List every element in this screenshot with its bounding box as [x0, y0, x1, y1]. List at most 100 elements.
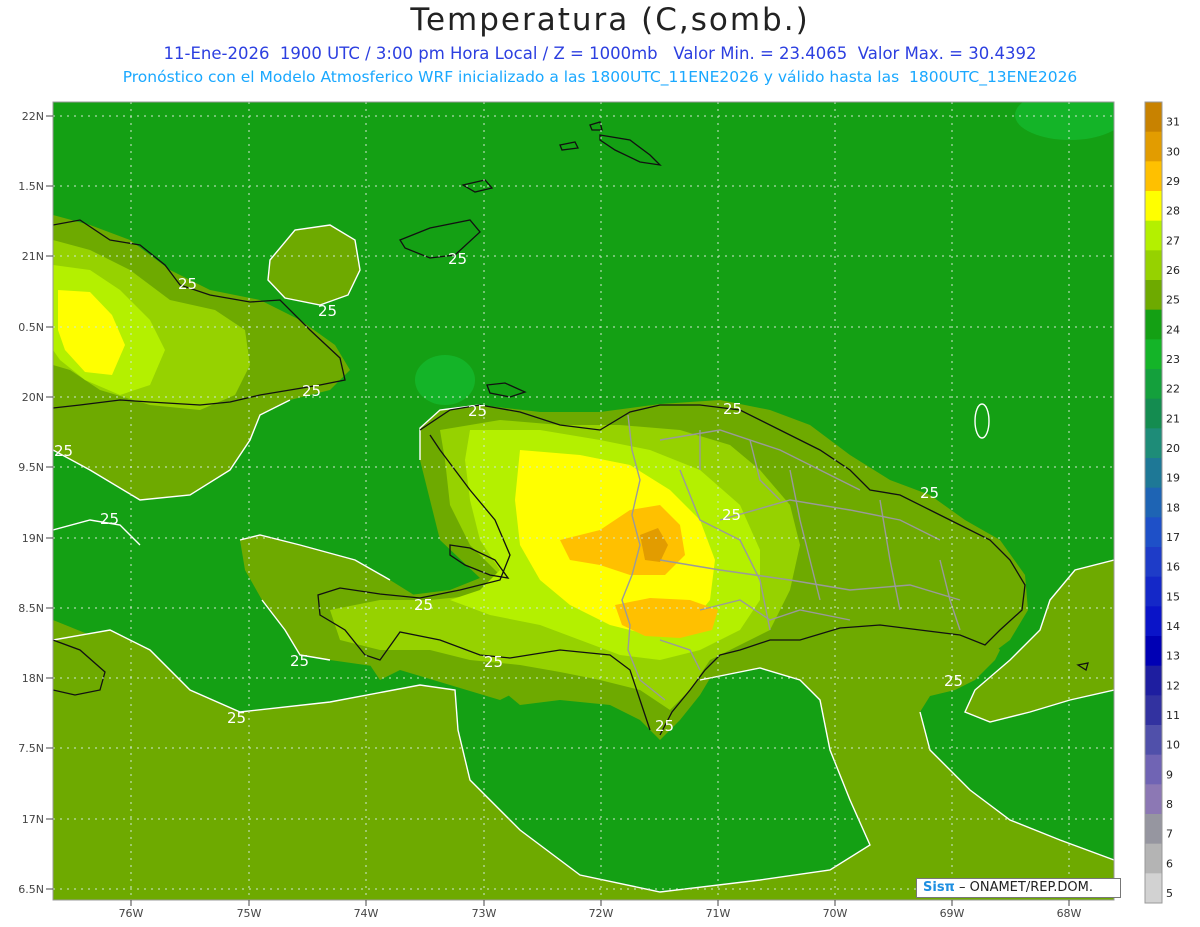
lat-label: 22N — [22, 110, 44, 123]
contour-label: 25 — [302, 382, 321, 400]
lat-label: 6.5N — [18, 883, 44, 896]
colorbar-label: 21 — [1166, 412, 1180, 425]
contour-label: 25 — [414, 596, 433, 614]
colorbar-label: 14 — [1166, 620, 1180, 633]
colorbar-swatch — [1145, 191, 1162, 222]
colorbar-swatch — [1145, 814, 1162, 845]
lon-label: 75W — [237, 907, 262, 920]
lat-label: 8.5N — [18, 602, 44, 615]
colorbar-label: 22 — [1166, 383, 1180, 396]
colorbar-label: 28 — [1166, 205, 1180, 218]
lat-label: 9.5N — [18, 461, 44, 474]
colorbar-swatch — [1145, 487, 1162, 518]
lat-label: 1.5N — [18, 180, 44, 193]
colorbar-swatch — [1145, 665, 1162, 696]
colorbar: 31 30 29 28 27 26 25 24 23 22 21 20 19 18 17 16 15 14 13 12… — [1144, 101, 1180, 904]
colorbar-label: 10 — [1166, 739, 1180, 752]
lat-label: 21N — [22, 250, 44, 263]
lat-label: 17N — [22, 813, 44, 826]
contour-label: 25 — [468, 402, 487, 420]
lon-label: 69W — [940, 907, 965, 920]
colorbar-label: 31 — [1166, 116, 1180, 129]
contour-label: 25 — [723, 400, 742, 418]
contour-label: 25 — [178, 275, 197, 293]
colorbar-label: 13 — [1166, 650, 1180, 663]
lon-label: 68W — [1057, 907, 1082, 920]
lon-label: 74W — [354, 907, 379, 920]
contour-label: 25 — [448, 250, 467, 268]
colorbar-swatch — [1145, 873, 1162, 904]
colorbar-swatch — [1145, 369, 1162, 400]
colorbar-label: 29 — [1166, 175, 1180, 188]
colorbar-swatch — [1145, 517, 1162, 548]
colorbar-label: 23 — [1166, 353, 1180, 366]
contour-label: 25 — [722, 506, 741, 524]
colorbar-swatch — [1145, 102, 1162, 133]
colorbar-label: 7 — [1166, 828, 1173, 841]
colorbar-label: 30 — [1166, 145, 1180, 158]
lat-label: 19N — [22, 532, 44, 545]
colorbar-swatch — [1145, 547, 1162, 578]
colorbar-label: 12 — [1166, 679, 1180, 692]
colorbar-label: 17 — [1166, 531, 1180, 544]
colorbar-swatch — [1145, 309, 1162, 340]
colorbar-label: 9 — [1166, 768, 1173, 781]
colorbar-swatch — [1145, 695, 1162, 726]
colorbar-swatch — [1145, 576, 1162, 607]
lon-label: 76W — [119, 907, 144, 920]
sispi-logo: Sisπ — [923, 880, 955, 895]
contour-label: 25 — [920, 484, 939, 502]
contour-label: 25 — [484, 653, 503, 671]
colorbar-swatch — [1145, 636, 1162, 667]
colorbar-swatch — [1145, 220, 1162, 251]
lat-label: 18N — [22, 672, 44, 685]
colorbar-swatch — [1145, 250, 1162, 281]
colorbar-label: 8 — [1166, 798, 1173, 811]
colorbar-label: 16 — [1166, 561, 1180, 574]
lat-label: 20N — [22, 391, 44, 404]
colorbar-swatch — [1145, 754, 1162, 785]
colorbar-label: 19 — [1166, 472, 1180, 485]
ne-sea-23-patch — [1015, 102, 1114, 140]
colorbar-label: 24 — [1166, 323, 1180, 336]
lat-label: 0.5N — [18, 321, 44, 334]
colorbar-swatch — [1145, 398, 1162, 429]
lon-label: 72W — [589, 907, 614, 920]
lat-label: 7.5N — [18, 742, 44, 755]
colorbar-label: 18 — [1166, 501, 1180, 514]
colorbar-label: 20 — [1166, 442, 1180, 455]
colorbar-label: 6 — [1166, 857, 1173, 870]
lon-ticks — [130, 900, 1070, 906]
colorbar-swatch — [1145, 161, 1162, 192]
colorbar-label: 11 — [1166, 709, 1180, 722]
map-field: 25 25 25 25 25 25 25 25 25 25 25 25 25 2… — [53, 102, 1114, 900]
lat-axis: 22N 1.5N 21N 0.5N 20N 9.5N 19N 8.5N 18N … — [18, 110, 44, 896]
lon-axis: 76W 75W 74W 73W 72W 71W 70W 69W 68W — [119, 907, 1082, 920]
colorbar-swatch — [1145, 458, 1162, 489]
contour-label: 25 — [54, 442, 73, 460]
contour-label: 25 — [318, 302, 337, 320]
colorbar-label: 5 — [1166, 887, 1173, 900]
contour-label: 25 — [290, 652, 309, 670]
colorbar-swatch — [1145, 784, 1162, 815]
colorbar-label: 15 — [1166, 590, 1180, 603]
colorbar-swatch — [1145, 843, 1162, 874]
contour-label: 25 — [944, 672, 963, 690]
colorbar-swatch — [1145, 131, 1162, 162]
colorbar-swatch — [1145, 280, 1162, 311]
lon-label: 73W — [472, 907, 497, 920]
lon-label: 70W — [823, 907, 848, 920]
colorbar-swatch — [1145, 339, 1162, 370]
credit-text: – ONAMET/REP.DOM. — [958, 880, 1094, 895]
contour-label: 25 — [227, 709, 246, 727]
colorbar-label: 27 — [1166, 234, 1180, 247]
colorbar-label: 26 — [1166, 264, 1180, 277]
temperature-map: 25 25 25 25 25 25 25 25 25 25 25 25 25 2… — [18, 101, 1180, 920]
colorbar-swatch — [1145, 606, 1162, 637]
contour-label: 25 — [655, 717, 674, 735]
lon-label: 71W — [706, 907, 731, 920]
colorbar-swatch — [1145, 428, 1162, 459]
contour-label: 25 — [100, 510, 119, 528]
colorbar-label: 25 — [1166, 294, 1180, 307]
lat-ticks — [46, 115, 53, 890]
